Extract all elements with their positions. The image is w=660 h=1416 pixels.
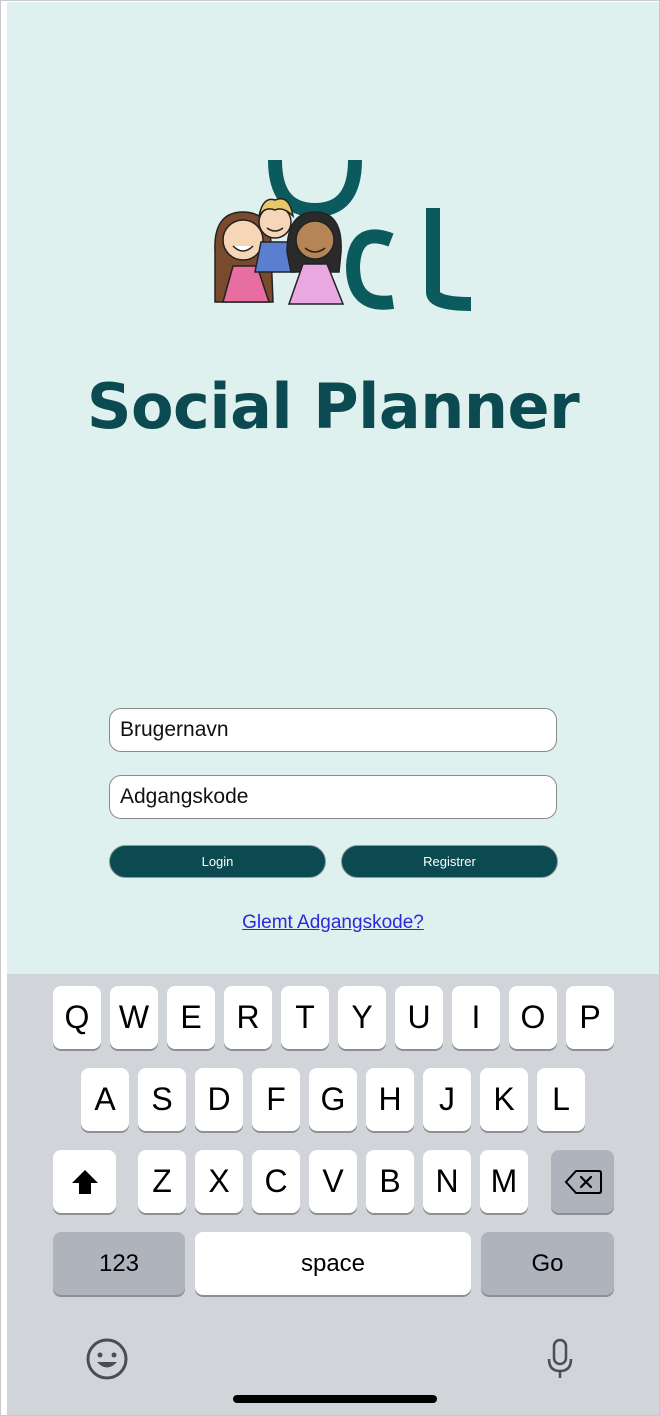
login-screen: Social Planner Login Registrer Glemt Adg…: [7, 2, 659, 974]
key-o[interactable]: O: [509, 986, 557, 1049]
key-q[interactable]: Q: [53, 986, 101, 1049]
on-screen-keyboard: Q W E R T Y U I O P A S D F G H J K L Z …: [7, 974, 659, 1415]
phone-screen: Social Planner Login Registrer Glemt Adg…: [0, 0, 660, 1416]
key-a[interactable]: A: [81, 1068, 129, 1131]
key-m[interactable]: M: [480, 1150, 528, 1213]
microphone-button[interactable]: [536, 1335, 584, 1383]
go-key[interactable]: Go: [481, 1232, 614, 1295]
login-button[interactable]: Login: [109, 845, 326, 878]
emoji-button[interactable]: [83, 1335, 131, 1383]
key-h[interactable]: H: [366, 1068, 414, 1131]
key-v[interactable]: V: [309, 1150, 357, 1213]
backspace-key[interactable]: [551, 1150, 614, 1213]
key-j[interactable]: J: [423, 1068, 471, 1131]
shift-arrow-icon: [71, 1169, 98, 1194]
key-p[interactable]: P: [566, 986, 614, 1049]
emoji-icon: [86, 1338, 128, 1380]
key-e[interactable]: E: [167, 986, 215, 1049]
family-kids-logo-icon: [214, 159, 472, 311]
key-z[interactable]: Z: [138, 1150, 186, 1213]
username-input[interactable]: [109, 708, 557, 752]
key-n[interactable]: N: [423, 1150, 471, 1213]
microphone-icon: [547, 1338, 573, 1378]
key-x[interactable]: X: [195, 1150, 243, 1213]
app-logo: [203, 142, 475, 352]
password-input[interactable]: [109, 775, 557, 819]
numbers-key[interactable]: 123: [53, 1232, 185, 1295]
backspace-icon: [564, 1169, 602, 1194]
key-g[interactable]: G: [309, 1068, 357, 1131]
app-title: Social Planner: [86, 370, 580, 443]
key-k[interactable]: K: [480, 1068, 528, 1131]
key-d[interactable]: D: [195, 1068, 243, 1131]
key-l[interactable]: L: [537, 1068, 585, 1131]
space-key[interactable]: space: [195, 1232, 471, 1295]
key-s[interactable]: S: [138, 1068, 186, 1131]
key-w[interactable]: W: [110, 986, 158, 1049]
key-c[interactable]: C: [252, 1150, 300, 1213]
register-button[interactable]: Registrer: [341, 845, 558, 878]
key-f[interactable]: F: [252, 1068, 300, 1131]
key-b[interactable]: B: [366, 1150, 414, 1213]
forgot-password-link[interactable]: Glemt Adgangskode?: [7, 912, 659, 934]
home-indicator[interactable]: [233, 1395, 437, 1403]
key-i[interactable]: I: [452, 986, 500, 1049]
key-u[interactable]: U: [395, 986, 443, 1049]
key-y[interactable]: Y: [338, 986, 386, 1049]
key-t[interactable]: T: [281, 986, 329, 1049]
key-r[interactable]: R: [224, 986, 272, 1049]
shift-key[interactable]: [53, 1150, 116, 1213]
